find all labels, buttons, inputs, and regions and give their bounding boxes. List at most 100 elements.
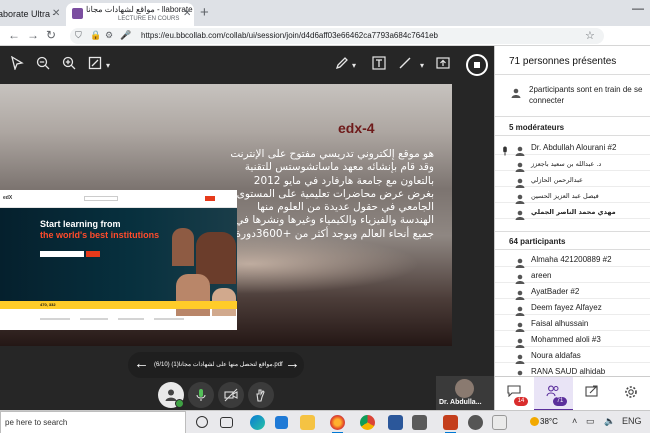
connecting-user-icon	[511, 88, 521, 98]
lock-icon[interactable]: 🔒	[90, 30, 101, 41]
next-slide-arrow-icon[interactable]: →	[285, 355, 300, 372]
moderator-row[interactable]: فيصل عبد العزيز الحسين	[495, 188, 650, 204]
slide-title: edx-4	[338, 120, 375, 136]
moderators-header: 5 modérateurs	[509, 123, 565, 132]
attendee-name: مهدي محمد الناصر الجملي	[531, 208, 616, 216]
line-tool-icon[interactable]	[398, 56, 412, 70]
edx-partner-logos	[0, 314, 237, 330]
moderator-row[interactable]: عبدالرحمن الحازلي	[495, 172, 650, 188]
chat-unread-badge: 14	[514, 397, 528, 406]
chevron-down-icon[interactable]: ▾	[352, 61, 356, 70]
settings-app-icon[interactable]	[412, 415, 427, 430]
user-icon	[515, 207, 525, 225]
pointer-tool-icon[interactable]	[10, 56, 24, 70]
network-icon[interactable]: ▭	[586, 416, 595, 427]
microphone-button[interactable]	[188, 382, 214, 408]
close-icon[interactable]: ✕	[52, 8, 60, 19]
presentation-slide: edx-4 هو موقع إلكتروني تدريسي مفتوح على …	[0, 84, 452, 346]
new-tab-plus-icon[interactable]: +	[200, 4, 209, 21]
file-explorer-icon[interactable]	[300, 415, 315, 430]
stop-sharing-button[interactable]	[466, 54, 488, 76]
gear-icon	[625, 386, 637, 398]
participant-row[interactable]: areen	[495, 268, 650, 284]
moderator-row[interactable]: د. عبدالله بن سعيد باجعزز	[495, 156, 650, 172]
attendee-name: Faisal alhussain	[531, 319, 589, 328]
moderator-row[interactable]: Dr. Abdullah Alourani #2	[495, 140, 650, 156]
microphone-icon[interactable]: 🎤	[120, 30, 131, 41]
edx-search-button	[86, 251, 100, 257]
language-icon[interactable]: ENG	[622, 416, 642, 426]
tab-share-content[interactable]	[573, 377, 612, 410]
pen-tool-icon[interactable]	[335, 56, 349, 70]
tray-chevron-up-icon[interactable]: ˄	[572, 416, 577, 426]
zoom-in-icon[interactable]	[62, 56, 76, 70]
media-app-icon[interactable]	[468, 415, 483, 430]
edx-headline: Start learning from	[40, 219, 121, 229]
camera-button[interactable]	[218, 382, 244, 408]
firefox-icon[interactable]	[330, 415, 345, 433]
edx-register-button	[205, 196, 215, 201]
minimize-window-icon[interactable]: —	[632, 1, 644, 15]
previous-slide-arrow-icon[interactable]: ←	[134, 355, 149, 372]
moderator-row[interactable]: مهدي محمد الناصر الجملي	[495, 204, 650, 220]
attendee-name: Almaha 421200889 #2	[531, 255, 612, 264]
close-icon[interactable]: ✕	[183, 8, 191, 19]
attendees-icon	[546, 385, 559, 397]
reload-icon[interactable]: ↻	[46, 28, 56, 42]
attendees-panel-title: 71 personnes présentes	[509, 56, 617, 67]
bookmark-star-icon[interactable]: ☆	[585, 29, 595, 42]
task-view-icon[interactable]	[220, 417, 233, 428]
forward-arrow-icon[interactable]: →	[27, 28, 39, 42]
participant-row[interactable]: Noura aldafas	[495, 348, 650, 364]
person-photo	[172, 228, 194, 266]
cortana-icon[interactable]	[196, 416, 208, 428]
participant-row[interactable]: Faisal alhussain	[495, 316, 650, 332]
browser-tab-collaborate[interactable]: llaborate Ultra - ✕	[0, 3, 64, 26]
back-arrow-icon[interactable]: ←	[8, 28, 20, 42]
shield-icon[interactable]: ⛉	[75, 30, 82, 41]
my-status-button[interactable]	[158, 382, 184, 408]
volume-icon[interactable]: 🔈	[604, 416, 615, 427]
participant-row[interactable]: AyatBader #2	[495, 284, 650, 300]
attendees-panel: 71 personnes présentes 2participants son…	[494, 46, 650, 410]
powerpoint-icon[interactable]	[443, 415, 458, 433]
tab-attendees[interactable]: 71	[534, 377, 573, 410]
participant-row[interactable]: Almaha 421200889 #2	[495, 252, 650, 268]
status-check-icon	[175, 399, 184, 408]
chevron-down-icon[interactable]: ▾	[420, 61, 424, 70]
chevron-down-icon[interactable]: ▾	[106, 61, 110, 70]
attendee-name: فيصل عبد العزيز الحسين	[531, 192, 599, 200]
browser-tab-active[interactable]: مواقع لشهادات مجانا - llaborate LECTURE …	[66, 3, 194, 26]
attendee-name: AyatBader #2	[531, 287, 580, 296]
word-icon[interactable]	[388, 415, 403, 430]
notepad-icon[interactable]	[492, 415, 507, 430]
camera-off-icon	[224, 388, 238, 402]
weather-temperature[interactable]: 38°C	[540, 417, 558, 426]
zoom-out-icon[interactable]	[36, 56, 50, 70]
url-field[interactable]: ⛉ 🔒 ⚙ 🎤 https://eu.bbcollab.com/collab/u…	[70, 28, 604, 44]
speaker-avatar	[455, 379, 474, 398]
microsoft-store-icon[interactable]	[275, 416, 288, 429]
edge-browser-icon[interactable]	[250, 415, 265, 430]
edx-stats-strip: 470, 332	[0, 301, 237, 309]
slide-pager-label: (6/10) مواقع لتحصل منها على لشهادات مجان…	[154, 362, 283, 368]
collaborate-favicon-icon	[72, 8, 83, 19]
raise-hand-button[interactable]	[248, 382, 274, 408]
tab-settings[interactable]	[612, 377, 650, 410]
chat-bubble-icon	[507, 385, 521, 397]
taskbar-search-placeholder: pe here to search	[5, 418, 68, 427]
active-speaker-tile: Dr. Abdulla...	[436, 376, 494, 410]
tab-chat[interactable]: 14	[495, 377, 534, 410]
edx-website-screenshot: edX Start learning from the world's best…	[0, 190, 237, 330]
text-tool-icon[interactable]	[372, 56, 386, 70]
participant-row[interactable]: Mohammed aloli #3	[495, 332, 650, 348]
taskbar-search-box[interactable]: pe here to search	[0, 411, 186, 433]
edx-stat-value: 470, 332	[40, 302, 56, 307]
permissions-icon[interactable]: ⚙	[105, 30, 113, 41]
share-content-icon[interactable]	[436, 56, 450, 70]
participant-row[interactable]: Deem fayez Alfayez	[495, 300, 650, 316]
fit-to-screen-icon[interactable]	[88, 56, 102, 70]
attendee-name: RANA SAUD alhidab	[531, 367, 606, 376]
chrome-icon[interactable]	[360, 415, 375, 430]
presentation-stage: ▾ ▾ ▾ edx-4 هو موقع إلكتروني تدريسي مفتو…	[0, 46, 494, 410]
